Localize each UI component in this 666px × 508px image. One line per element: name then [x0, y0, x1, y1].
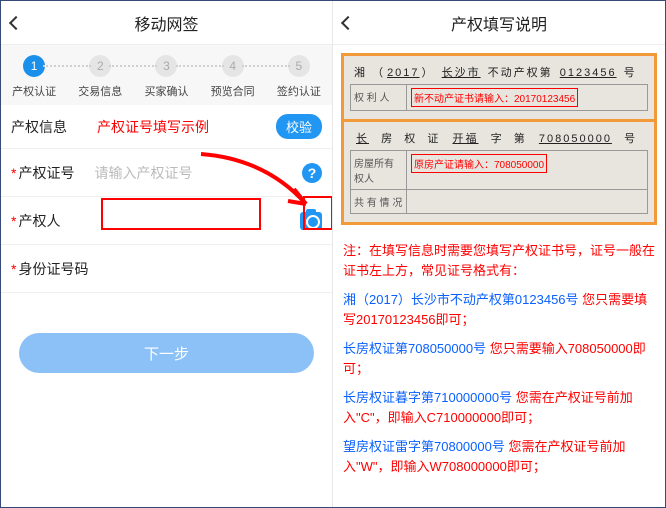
cert-cell-value	[407, 190, 647, 213]
required-mark: *	[11, 165, 16, 181]
cert-card-2: 长 房 权 证 开福 字 第 708050000 号 房屋所有权人 原房产证请输…	[341, 122, 657, 225]
cert-cell-label: 权 利 人	[351, 85, 407, 110]
step-5[interactable]: 5 签约认证	[266, 55, 332, 99]
label-idno: 身份证号码	[18, 259, 94, 279]
next-button[interactable]: 下一步	[19, 333, 314, 373]
instr-item: 长房权证暮字第710000000号 您需在产权证号前加入"C"，即输入C7100…	[343, 388, 655, 427]
cert-heading: 长 房 权 证 开福 字 第 708050000 号	[350, 128, 648, 148]
step-1[interactable]: 1 产权认证	[1, 55, 67, 99]
step-label: 产权认证	[12, 83, 56, 99]
back-icon[interactable]	[341, 15, 355, 29]
instr-item: 湘（2017）长沙市不动产权第0123456号 您只需要填写2017012345…	[343, 290, 655, 329]
right-pane: 产权填写说明 湘 （2017） 长沙市 不动产权第 0123456 号 权 利 …	[333, 1, 665, 507]
cert-card-1: 湘 （2017） 长沙市 不动产权第 0123456 号 权 利 人 新不动产证…	[341, 53, 657, 122]
cert-body: 权 利 人 新不动产证书请输入：20170123456	[350, 84, 648, 111]
cert-body: 房屋所有权人 原房产证请输入：708050000 共 有 情 况	[350, 150, 648, 214]
instr-item: 长房权证第708050000号 您只需要输入708050000即可；	[343, 339, 655, 378]
step-dot: 1	[23, 55, 45, 77]
step-dot: 5	[288, 55, 310, 77]
navbar-title: 产权填写说明	[451, 11, 547, 35]
input-cert-no[interactable]	[94, 165, 302, 181]
required-mark: *	[11, 261, 16, 277]
cert-cell-value: 原房产证请输入：708050000	[407, 151, 647, 189]
cert-examples: 湘 （2017） 长沙市 不动产权第 0123456 号 权 利 人 新不动产证…	[341, 53, 657, 225]
input-owner[interactable]	[94, 213, 300, 229]
row-owner: * 产权人	[1, 197, 332, 245]
cert-heading: 湘 （2017） 长沙市 不动产权第 0123456 号	[350, 62, 648, 82]
camera-icon[interactable]	[300, 212, 322, 230]
navbar-left: 移动网签	[1, 1, 332, 45]
cert-cell-label: 共 有 情 况	[351, 190, 407, 213]
step-3[interactable]: 3 买家确认	[133, 55, 199, 99]
step-label: 交易信息	[78, 83, 122, 99]
instructions: 注：在填写信息时需要您填写产权证书号，证号一般在证书左上方，常见证号格式有： 湘…	[333, 233, 665, 494]
cert-cell-value: 新不动产证书请输入：20170123456	[407, 85, 647, 110]
verify-button[interactable]: 校验	[276, 114, 322, 139]
step-2[interactable]: 2 交易信息	[67, 55, 133, 99]
row-cert-no: * 产权证号 ?	[1, 149, 332, 197]
step-dot: 3	[155, 55, 177, 77]
back-icon[interactable]	[9, 15, 23, 29]
step-label: 买家确认	[144, 83, 188, 99]
label-cert-no: 产权证号	[18, 163, 94, 183]
cert-cell-label: 房屋所有权人	[351, 151, 407, 189]
input-idno[interactable]	[94, 261, 322, 277]
navbar-title: 移动网签	[134, 11, 198, 35]
left-pane: 移动网签 1 产权认证 2 交易信息 3 买家确认 4 预览合同 5 签约认证	[1, 1, 333, 507]
section-hint: 产权证号填写示例	[97, 117, 209, 137]
instr-item: 望房权证雷字第70800000号 您需在产权证号前加入"W"，即输入W70800…	[343, 437, 655, 476]
row-idno: * 身份证号码	[1, 245, 332, 293]
instr-lead: 注：在填写信息时需要您填写产权证书号，证号一般在证书左上方，常见证号格式有：	[343, 241, 655, 280]
section-title: 产权信息	[11, 117, 67, 137]
stepper: 1 产权认证 2 交易信息 3 买家确认 4 预览合同 5 签约认证	[1, 45, 332, 105]
step-dot: 4	[222, 55, 244, 77]
required-mark: *	[11, 213, 16, 229]
help-icon[interactable]: ?	[302, 163, 322, 183]
navbar-right: 产权填写说明	[333, 1, 665, 45]
section-header: 产权信息 产权证号填写示例 校验	[1, 105, 332, 149]
step-dot: 2	[89, 55, 111, 77]
label-owner: 产权人	[18, 211, 94, 231]
step-4[interactable]: 4 预览合同	[200, 55, 266, 99]
step-label: 签约认证	[277, 83, 321, 99]
step-label: 预览合同	[211, 83, 255, 99]
